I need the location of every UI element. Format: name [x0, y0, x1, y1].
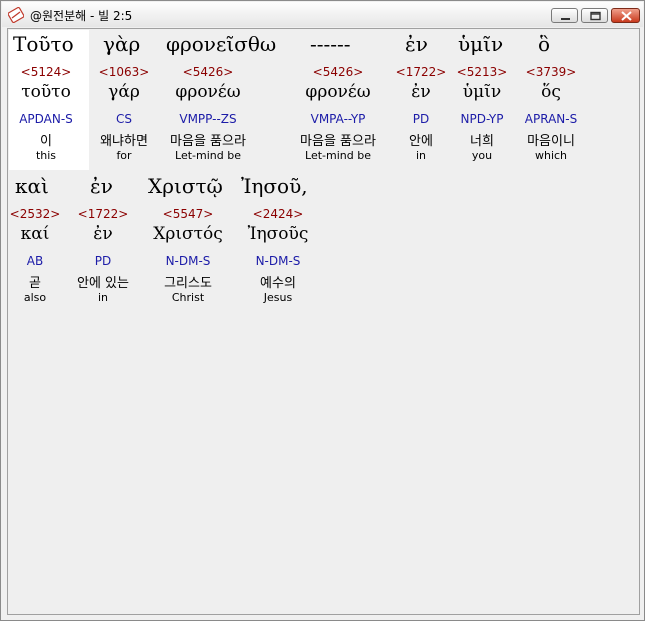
title-bar[interactable]: @원전분해 - 빌 2:5 [2, 2, 643, 27]
greek-word: Χριστῷ [148, 174, 223, 198]
strong-number: <5426> [182, 65, 234, 79]
korean-gloss: 곧 [29, 276, 41, 291]
korean-gloss: 마음을 품으라 [170, 134, 246, 149]
app-window: @원전분해 - 빌 2:5 Τοῦτο <5124> τοῦτο APDAN-S 이 th… [0, 0, 645, 621]
lemma-word: Χριστός [153, 224, 223, 244]
lemma-word: Ἰησοῦς [247, 224, 309, 244]
parsing-code: AB [26, 254, 44, 268]
lemma-word: τοῦτο [21, 82, 71, 102]
lemma-word: φρονέω [175, 82, 241, 102]
close-icon [621, 11, 632, 21]
greek-word: ἐν [405, 32, 428, 56]
parsing-code: NPD-YP [460, 112, 504, 126]
korean-gloss: 이 [40, 134, 52, 149]
greek-word: γὰρ [103, 32, 141, 56]
maximize-button[interactable] [581, 8, 608, 23]
parsing-code: N-DM-S [165, 254, 211, 268]
window-title: @원전분해 - 빌 2:5 [30, 9, 133, 23]
greek-word: Ἰησοῦ, [241, 174, 308, 198]
parsing-code: VMPP--ZS [179, 112, 237, 126]
greek-word: ὃ [538, 32, 551, 56]
greek-word: Τοῦτο [13, 32, 74, 56]
english-gloss: this [35, 149, 57, 162]
strong-number: <1722> [395, 65, 447, 79]
korean-gloss: 마음이니 [527, 134, 575, 149]
parsing-code: PD [94, 254, 112, 268]
strong-number: <1063> [98, 65, 150, 79]
english-gloss: Let-mind be [175, 149, 241, 162]
lemma-word: ὑμῖν [462, 82, 502, 102]
korean-gloss: 마음을 품으라 [300, 134, 376, 149]
korean-gloss: 너희 [470, 134, 494, 149]
strong-number: <2532> [9, 207, 61, 221]
strong-number: <5426> [312, 65, 364, 79]
parsing-code: APDAN-S [19, 112, 73, 126]
korean-gloss: 그리스도 [164, 276, 212, 291]
strong-number: <2424> [252, 207, 304, 221]
greek-word: φρονεῖσθω [166, 32, 277, 56]
parsing-code: N-DM-S [255, 254, 301, 268]
parsing-code: APRAN-S [524, 112, 578, 126]
english-gloss: Christ [171, 291, 205, 304]
strong-number: <3739> [525, 65, 577, 79]
greek-word: ἐν [90, 174, 113, 198]
lemma-word: φρονέω [305, 82, 371, 102]
english-gloss: which [534, 149, 568, 162]
english-gloss: in [415, 149, 427, 162]
greek-word: καὶ [15, 174, 49, 198]
korean-gloss: 예수의 [260, 276, 296, 291]
strong-number: <5124> [20, 65, 72, 79]
maximize-icon [590, 11, 601, 21]
greek-word: ------ [310, 32, 351, 56]
bible-app-icon [8, 7, 24, 23]
korean-gloss: 왜냐하면 [100, 134, 148, 149]
korean-gloss: 안에 [409, 134, 433, 149]
strong-number: <5213> [456, 65, 508, 79]
parsing-code: VMPA--YP [310, 112, 366, 126]
english-gloss: in [97, 291, 109, 304]
lemma-word: ὅς [541, 82, 561, 102]
interlinear-panel[interactable]: Τοῦτο <5124> τοῦτο APDAN-S 이 this γὰρ <1063> γάρ… [7, 28, 640, 615]
english-gloss: for [116, 149, 132, 162]
korean-gloss: 안에 있는 [77, 276, 129, 291]
parsing-code: CS [116, 112, 132, 126]
lemma-word: καί [20, 224, 50, 244]
parsing-code: PD [412, 112, 430, 126]
english-gloss: you [471, 149, 493, 162]
minimize-button[interactable] [551, 8, 578, 23]
minimize-icon [561, 18, 570, 20]
lemma-word: ἐν [411, 82, 431, 102]
strong-number: <1722> [77, 207, 129, 221]
lemma-word: γάρ [108, 82, 140, 102]
lemma-word: ἐν [93, 224, 113, 244]
english-gloss: also [23, 291, 47, 304]
strong-number: <5547> [162, 207, 214, 221]
close-button[interactable] [611, 8, 640, 23]
greek-word: ὑμῖν [458, 32, 504, 56]
english-gloss: Let-mind be [305, 149, 371, 162]
english-gloss: Jesus [263, 291, 293, 304]
